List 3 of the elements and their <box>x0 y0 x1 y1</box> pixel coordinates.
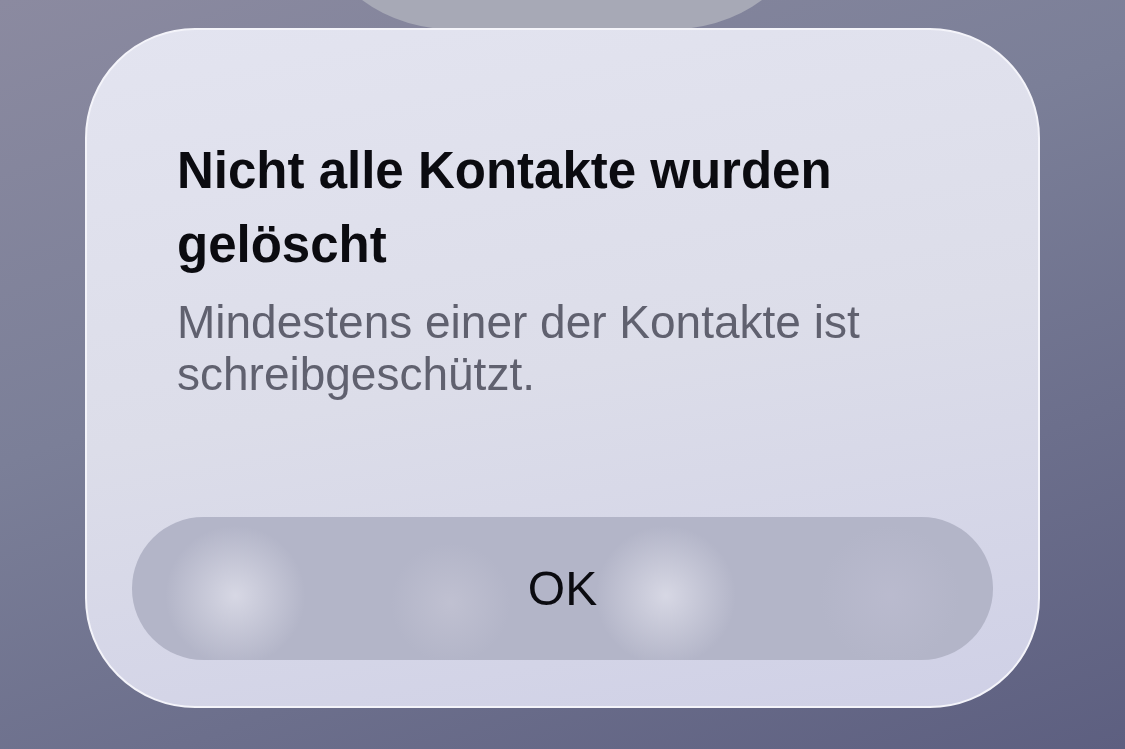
alert-message: Mindestens einer der Kontakte ist schreibgeschützt. <box>177 296 861 400</box>
ok-button[interactable]: OK <box>132 517 993 660</box>
alert-title: Nicht alle Kontakte wurden gelöscht <box>177 141 833 275</box>
